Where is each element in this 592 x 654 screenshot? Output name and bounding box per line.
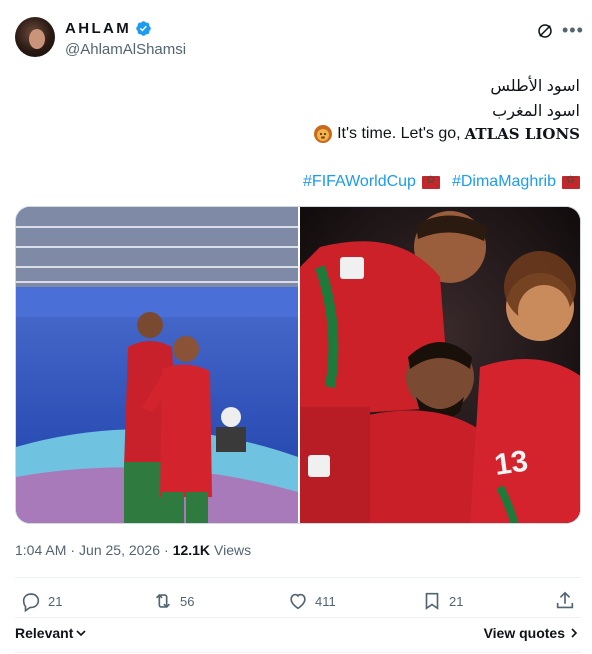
grok-icon[interactable]	[536, 22, 554, 40]
media-image-2[interactable]: 13	[300, 207, 580, 523]
sort-replies-dropdown[interactable]: Relevant	[15, 625, 87, 641]
more-options-icon[interactable]: •••	[562, 20, 584, 41]
repost-count: 56	[180, 593, 195, 609]
tweet-text-line3: It's time. Let's go, ATLAS LIONS	[313, 124, 580, 144]
views-label: Views	[214, 542, 252, 558]
tweet-meta: 1:04 AM · Jun 25, 2026 · 12.1K Views	[15, 542, 251, 558]
display-name[interactable]: AHLAM	[65, 20, 131, 37]
reply-button[interactable]: 21	[20, 590, 62, 612]
view-quotes-label: View quotes	[483, 625, 565, 641]
sort-label: Relevant	[15, 625, 74, 641]
heart-icon	[290, 593, 306, 610]
tweet-time[interactable]: 1:04 AM	[15, 542, 66, 558]
bookmark-count: 21	[449, 593, 464, 609]
author-name[interactable]: AHLAM	[65, 20, 152, 37]
verified-badge-icon	[136, 21, 151, 36]
bookmark-button[interactable]: 21	[421, 590, 463, 612]
divider	[15, 652, 581, 653]
reply-count: 21	[48, 593, 63, 609]
tweet-date[interactable]: Jun 25, 2026	[79, 542, 160, 558]
repost-icon	[155, 593, 171, 609]
media-image-1[interactable]	[16, 207, 298, 523]
like-count: 411	[315, 593, 336, 609]
svg-text:13: 13	[492, 445, 530, 482]
hashtag-dimamaghrib[interactable]: #DimaMaghrib	[452, 173, 556, 191]
hashtag-fifaworldcup[interactable]: #FIFAWorldCup	[303, 173, 416, 191]
chevron-right-icon	[571, 628, 578, 638]
tweet-text-line1: اسود الأطلس	[490, 78, 580, 95]
share-button[interactable]	[554, 590, 576, 612]
divider	[15, 617, 581, 618]
players-embrace-illustration	[16, 207, 298, 523]
meta-separator: ·	[70, 542, 76, 558]
divider	[15, 577, 581, 578]
morocco-flag-icon	[562, 173, 580, 189]
views-count: 12.1K	[172, 542, 211, 558]
chevron-down-icon	[76, 630, 86, 637]
author-handle[interactable]: @AhlamAlShamsi	[65, 41, 186, 58]
repost-button[interactable]: 56	[152, 590, 194, 612]
lion-emoji-icon	[314, 125, 333, 143]
avatar[interactable]	[15, 17, 55, 57]
tweet-text-emphasis: ATLAS LIONS	[464, 125, 580, 143]
players-celebrating-illustration: 13	[300, 207, 580, 523]
view-quotes-link[interactable]: View quotes	[484, 625, 579, 641]
tweet-text-line2: اسود المغرب	[492, 103, 580, 120]
meta-separator: ·	[164, 542, 169, 558]
share-icon	[556, 591, 574, 609]
tweet-text-prefix: It's time. Let's go,	[337, 125, 461, 142]
media-grid: 13	[15, 206, 581, 524]
reply-icon	[22, 593, 40, 612]
bookmark-icon	[425, 592, 439, 610]
hashtags: #FIFAWorldCup #DimaMaghrib	[303, 173, 580, 191]
morocco-flag-icon	[421, 173, 440, 189]
like-button[interactable]: 411	[287, 590, 336, 612]
